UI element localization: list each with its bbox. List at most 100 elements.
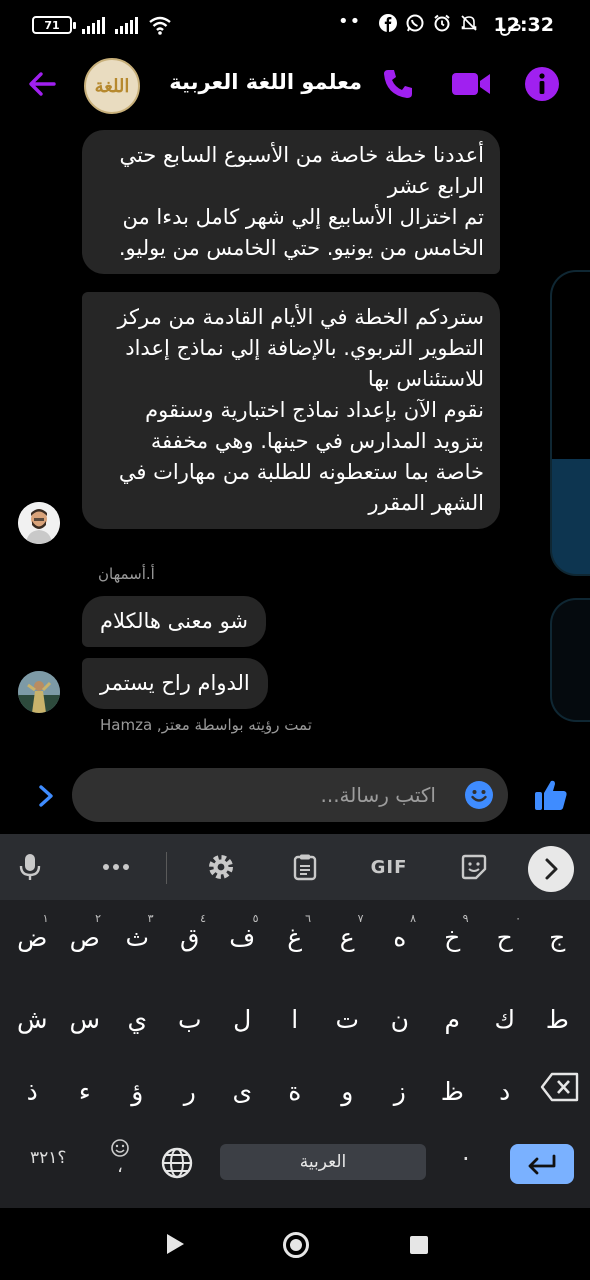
- message-bubble[interactable]: الدوام راح يستمر: [82, 658, 268, 709]
- emoji-comma-key[interactable]: ،: [110, 1138, 130, 1176]
- key-letter-label: ف: [229, 922, 256, 952]
- key-letter[interactable]: ش: [6, 992, 59, 1046]
- gif-button[interactable]: GIF: [366, 850, 412, 884]
- enter-arrow-icon: [528, 1154, 556, 1175]
- key-letter-label: ح: [496, 922, 513, 952]
- key-letter[interactable]: ء: [59, 1064, 112, 1118]
- nav-recents-icon[interactable]: [410, 1236, 428, 1254]
- key-letter[interactable]: م: [426, 992, 479, 1046]
- key-letter[interactable]: ر: [164, 1064, 217, 1118]
- key-letter[interactable]: ب: [164, 992, 217, 1046]
- key-letter[interactable]: ح٠: [479, 910, 532, 964]
- info-icon[interactable]: [522, 64, 562, 104]
- key-letter[interactable]: ى: [216, 1064, 269, 1118]
- more-options-icon[interactable]: [98, 850, 134, 884]
- key-letter[interactable]: خ٩: [426, 910, 479, 964]
- emoji-icon[interactable]: [464, 780, 494, 810]
- sender-avatar[interactable]: [18, 502, 60, 544]
- wifi-icon: [149, 16, 171, 35]
- status-bar: 71 •• ص 12:32: [0, 0, 590, 52]
- facebook-icon: [379, 14, 397, 32]
- symbols-key[interactable]: ؟٣٢١: [30, 1148, 66, 1168]
- chevron-right-icon[interactable]: [34, 782, 58, 810]
- microphone-icon[interactable]: [12, 850, 48, 884]
- chevron-right-icon: [545, 858, 558, 880]
- key-letter[interactable]: ك: [479, 992, 532, 1046]
- key-letter-label: ض: [17, 922, 48, 952]
- key-letter[interactable]: ز: [374, 1064, 427, 1118]
- key-letter-label: ى: [232, 1076, 253, 1106]
- sender-name: أ.أسمهان: [98, 565, 155, 583]
- chat-title[interactable]: معلمو اللغة العربية: [169, 70, 362, 94]
- key-letter[interactable]: ه٨: [374, 910, 427, 964]
- key-letter-label: ع: [339, 922, 355, 952]
- sender-avatar[interactable]: [18, 671, 60, 713]
- key-letter[interactable]: ج: [531, 910, 584, 964]
- key-letter-label: ز: [393, 1076, 406, 1106]
- key-letter[interactable]: ص٢: [59, 910, 112, 964]
- sender-avatar-image: [18, 502, 60, 544]
- key-letter[interactable]: ن: [374, 992, 427, 1046]
- key-letter-label: خ: [444, 922, 461, 952]
- enter-key[interactable]: [510, 1144, 574, 1184]
- message-composer: اكتب رسالة...: [0, 768, 590, 824]
- key-letter-label: ت: [335, 1004, 360, 1034]
- key-letter[interactable]: ة: [269, 1064, 322, 1118]
- key-letter-label: و: [341, 1076, 354, 1106]
- video-call-icon[interactable]: [450, 66, 492, 102]
- key-letter[interactable]: د: [479, 1064, 532, 1118]
- sticker-icon[interactable]: [456, 850, 492, 884]
- key-letter[interactable]: ذ: [6, 1064, 59, 1118]
- thumbs-up-icon[interactable]: [532, 776, 570, 814]
- clipboard-icon[interactable]: [287, 850, 323, 884]
- nav-home-icon[interactable]: [283, 1232, 309, 1258]
- status-left: 71: [32, 15, 172, 35]
- settings-gear-icon[interactable]: [203, 850, 239, 884]
- muted-bell-icon: [461, 15, 477, 31]
- key-letter[interactable]: ؤ: [111, 1064, 164, 1118]
- group-avatar-text: اللغة: [94, 75, 130, 97]
- key-letter[interactable]: ط: [531, 992, 584, 1046]
- key-letter[interactable]: ل: [216, 992, 269, 1046]
- nav-back-icon[interactable]: [164, 1232, 186, 1256]
- key-letter-label: ا: [291, 1004, 299, 1034]
- key-letter-label: ة: [288, 1076, 302, 1106]
- key-letter[interactable]: س: [59, 992, 112, 1046]
- backspace-icon[interactable]: [540, 1072, 580, 1102]
- message-bubble[interactable]: ستردكم الخطة في الأيام القادمة من مركز ا…: [82, 292, 500, 529]
- key-letter[interactable]: ف٥: [216, 910, 269, 964]
- key-number-hint: ٧: [357, 912, 364, 925]
- key-letter[interactable]: ت: [321, 992, 374, 1046]
- key-letter[interactable]: ا: [269, 992, 322, 1046]
- key-letter-label: ص: [69, 922, 100, 952]
- key-number-hint: ١: [42, 912, 49, 925]
- keyboard-expand-button[interactable]: [528, 846, 574, 892]
- key-letter-label: ط: [545, 1004, 569, 1034]
- key-letter[interactable]: ق٤: [164, 910, 217, 964]
- group-avatar[interactable]: اللغة: [84, 58, 140, 114]
- message-bubble[interactable]: شو معنى هالكلام: [82, 596, 267, 647]
- phone-icon[interactable]: [380, 66, 416, 102]
- message-input-placeholder: اكتب رسالة...: [320, 783, 436, 807]
- key-letter[interactable]: ي: [111, 992, 164, 1046]
- keyboard-keys: ؟٣٢١ ، العربية . ض١ص٢ث٣ق٤ف٥غ٦ع٧ه٨خ٩ح٠جشس…: [0, 900, 590, 1208]
- key-letter[interactable]: و: [321, 1064, 374, 1118]
- battery-level: 71: [44, 18, 60, 32]
- key-letter[interactable]: ظ: [426, 1064, 479, 1118]
- key-letter-label: ج: [549, 922, 566, 952]
- key-letter[interactable]: غ٦: [269, 910, 322, 964]
- key-letter-label: ؤ: [131, 1076, 144, 1106]
- globe-icon[interactable]: [160, 1146, 194, 1180]
- key-letter[interactable]: ض١: [6, 910, 59, 964]
- key-letter[interactable]: ع٧: [321, 910, 374, 964]
- space-key[interactable]: العربية: [220, 1144, 426, 1180]
- sender-avatar-image: [18, 671, 60, 713]
- period-key[interactable]: .: [462, 1138, 470, 1166]
- back-arrow-icon[interactable]: [24, 66, 60, 102]
- message-input[interactable]: اكتب رسالة...: [72, 768, 508, 822]
- key-letter-label: ء: [78, 1076, 91, 1106]
- key-letter-label: ث: [125, 922, 150, 952]
- key-letter[interactable]: ث٣: [111, 910, 164, 964]
- key-number-hint: ٠: [515, 912, 521, 925]
- message-bubble[interactable]: أعددنا خطة خاصة من الأسبوع السابع حتي ال…: [82, 130, 500, 274]
